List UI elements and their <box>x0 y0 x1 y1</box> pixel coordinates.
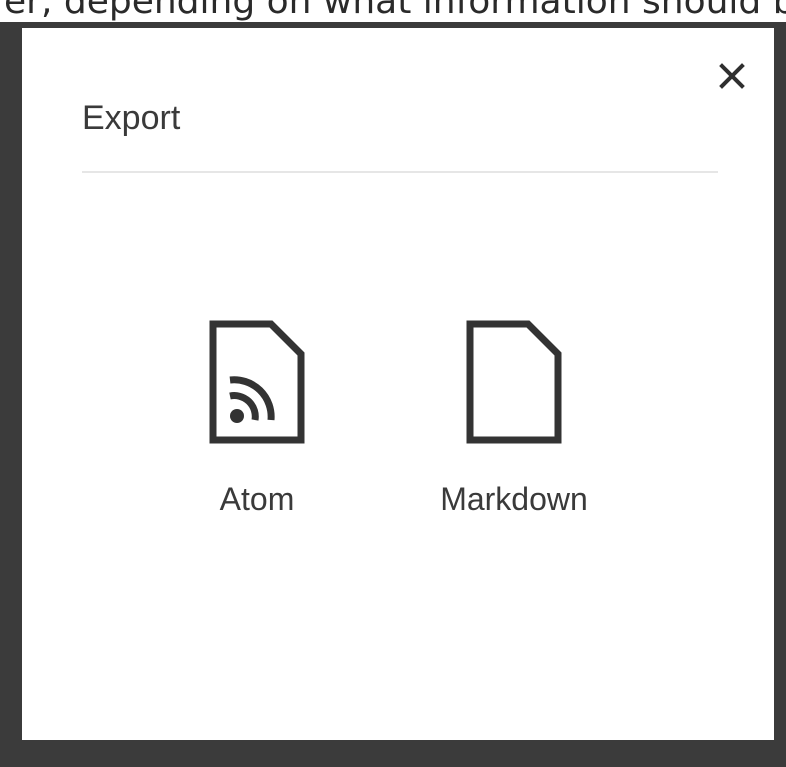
background-page-text: er, depending on what information should… <box>0 0 786 22</box>
rss-document-icon <box>202 318 312 446</box>
export-option-markdown[interactable]: Markdown <box>414 318 614 518</box>
export-option-label: Markdown <box>440 481 588 517</box>
dialog-title: Export <box>82 99 181 137</box>
title-divider <box>82 171 718 173</box>
close-button[interactable] <box>712 56 752 96</box>
export-dialog: Export Atom Markdown <box>22 28 774 740</box>
document-icon <box>459 318 569 446</box>
export-option-label: Atom <box>219 481 295 517</box>
close-icon <box>719 63 745 89</box>
export-option-atom[interactable]: Atom <box>182 318 332 518</box>
